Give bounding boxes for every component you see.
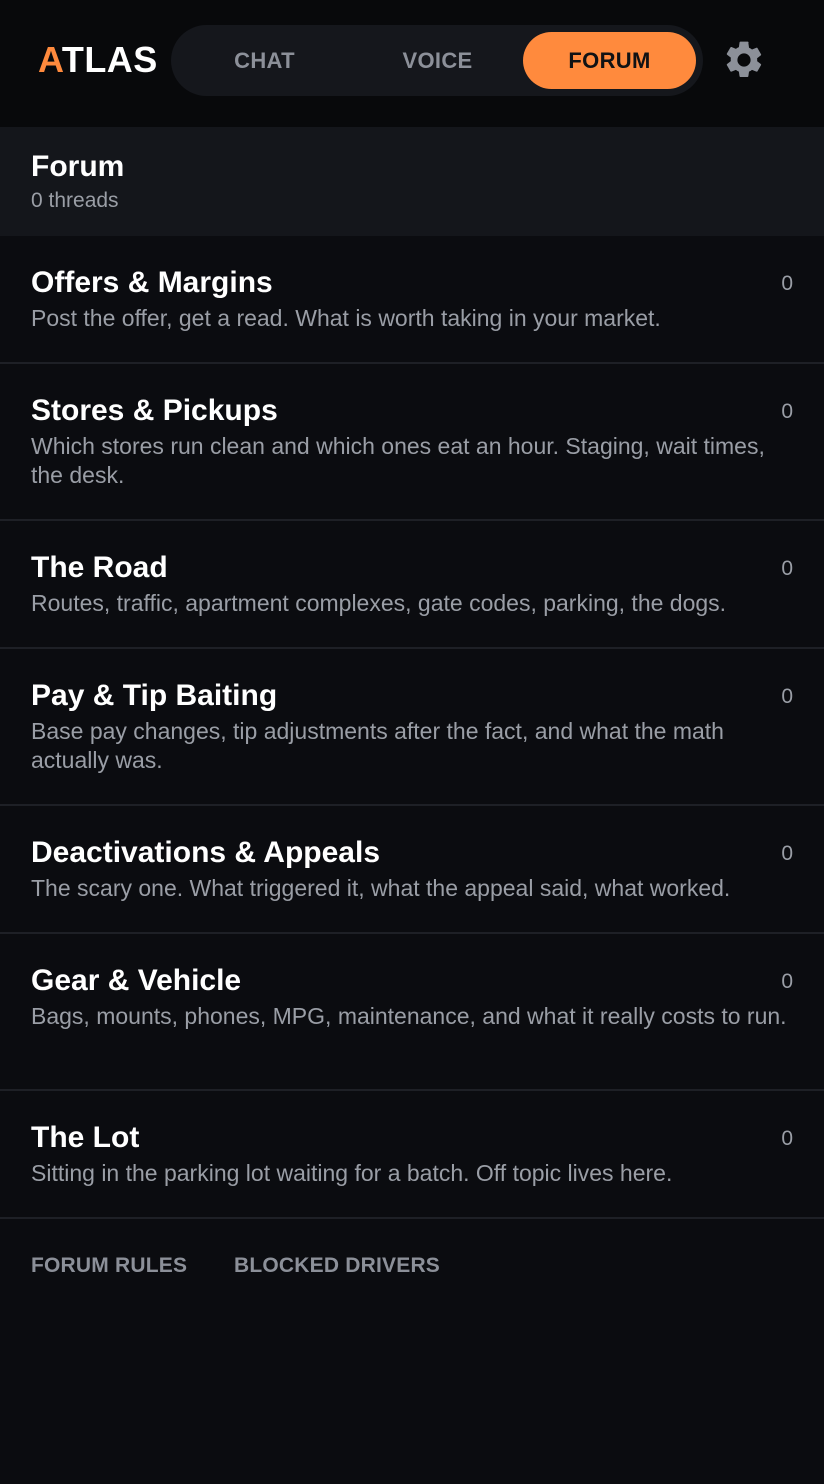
category-row[interactable]: Deactivations & Appeals The scary one. W…: [0, 806, 824, 934]
category-row[interactable]: The Lot Sitting in the parking lot waiti…: [0, 1091, 824, 1219]
category-name: The Lot: [31, 1121, 140, 1154]
category-thread-count: 0: [781, 1127, 793, 1150]
category-description: Bags, mounts, phones, MPG, maintenance, …: [31, 1003, 787, 1029]
category-row[interactable]: Offers & Margins Post the offer, get a r…: [0, 236, 824, 364]
category-name: Deactivations & Appeals: [31, 836, 380, 869]
app-root: ATLAS CHAT VOICE FORUM Forum 0 threads O…: [0, 0, 824, 1484]
category-description: The scary one. What triggered it, what t…: [31, 875, 731, 901]
category-thread-count: 0: [781, 400, 793, 423]
category-description: Base pay changes, tip adjustments after …: [31, 718, 724, 773]
atlas-logo[interactable]: ATLAS: [38, 38, 158, 82]
category-thread-count: 0: [781, 557, 793, 580]
category-row[interactable]: Pay & Tip Baiting Base pay changes, tip …: [0, 649, 824, 806]
category-description: Which stores run clean and which ones ea…: [31, 433, 765, 488]
category-description: Routes, traffic, apartment complexes, ga…: [31, 590, 727, 616]
forum-footer-links: FORUM RULES BLOCKED DRIVERS: [0, 1219, 824, 1315]
category-row[interactable]: Stores & Pickups Which stores run clean …: [0, 364, 824, 521]
category-name: Pay & Tip Baiting: [31, 679, 278, 712]
category-description: Post the offer, get a read. What is wort…: [31, 305, 661, 331]
forum-rules-link[interactable]: FORUM RULES: [31, 1252, 187, 1280]
tab-voice[interactable]: VOICE: [351, 32, 524, 89]
category-row[interactable]: The Road Routes, traffic, apartment comp…: [0, 521, 824, 649]
category-thread-count: 0: [781, 685, 793, 708]
thread-count: 0 threads: [31, 189, 119, 212]
category-thread-count: 0: [781, 970, 793, 993]
main-tabs: CHAT VOICE FORUM: [171, 25, 703, 96]
logo-text: TLAS: [61, 39, 158, 80]
category-name: Stores & Pickups: [31, 394, 278, 427]
tab-forum[interactable]: FORUM: [523, 32, 696, 89]
category-thread-count: 0: [781, 272, 793, 295]
top-bar: ATLAS CHAT VOICE FORUM: [0, 0, 824, 127]
category-row[interactable]: Gear & Vehicle Bags, mounts, phones, MPG…: [0, 934, 824, 1091]
category-thread-count: 0: [781, 842, 793, 865]
category-name: Gear & Vehicle: [31, 964, 242, 997]
blocked-drivers-link[interactable]: BLOCKED DRIVERS: [234, 1252, 440, 1280]
category-name: Offers & Margins: [31, 266, 273, 299]
tab-chat[interactable]: CHAT: [178, 32, 351, 89]
category-description: Sitting in the parking lot waiting for a…: [31, 1160, 673, 1186]
category-name: The Road: [31, 551, 168, 584]
gear-icon[interactable]: [722, 38, 766, 82]
forum-header: Forum 0 threads: [0, 127, 824, 236]
logo-accent-letter: A: [38, 39, 62, 80]
page-title: Forum: [31, 150, 125, 183]
